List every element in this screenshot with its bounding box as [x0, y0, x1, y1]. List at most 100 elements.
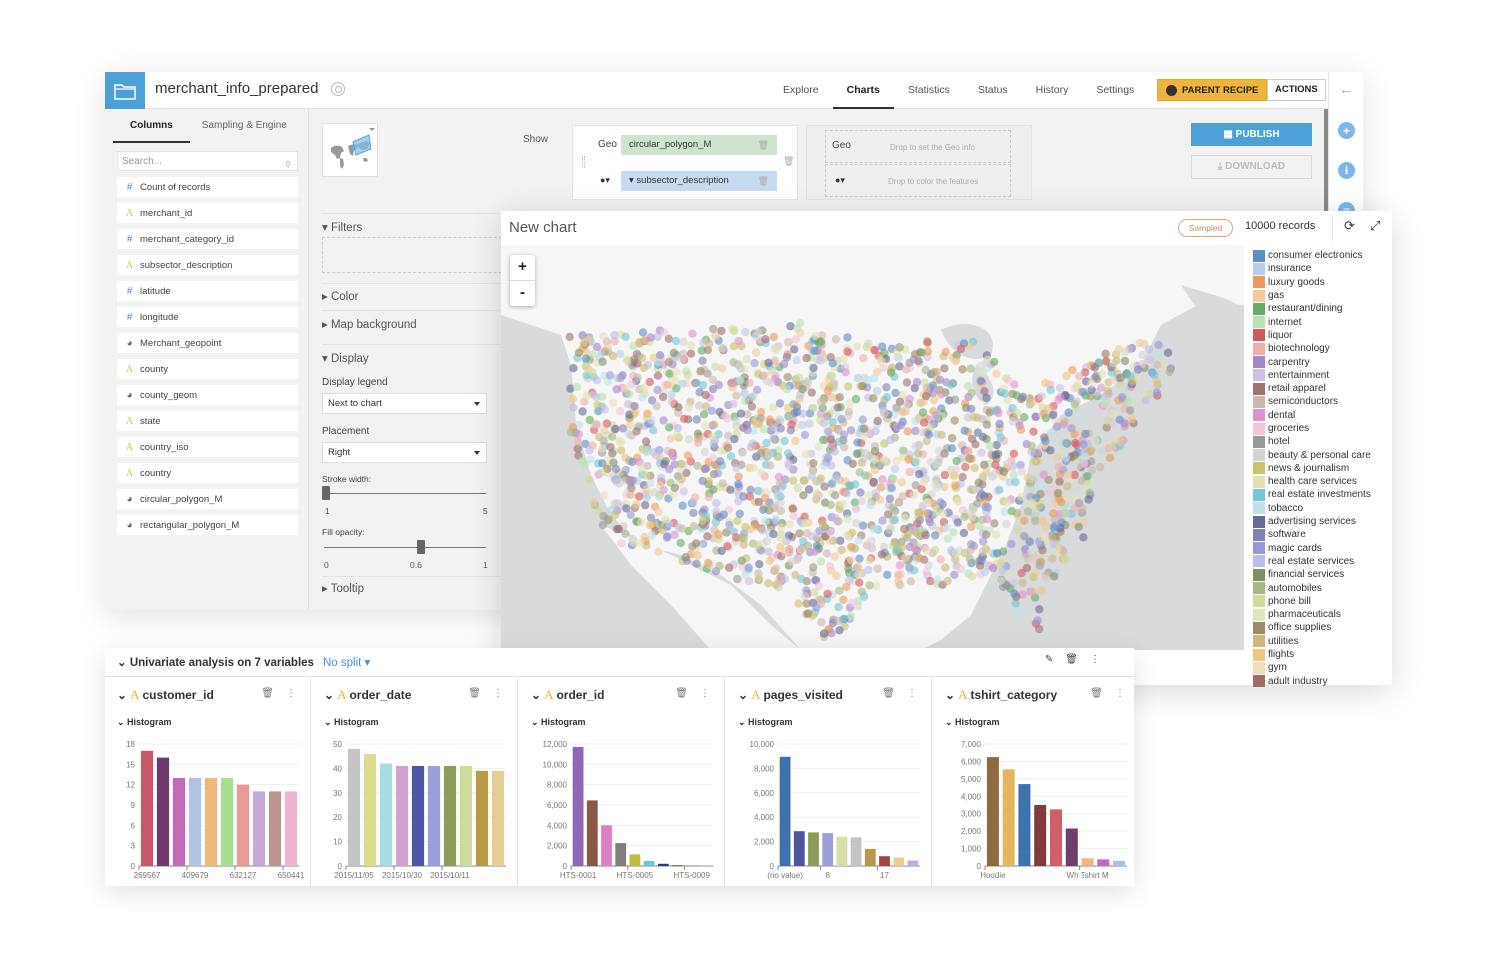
map-feature[interactable]: [981, 544, 991, 553]
map-feature[interactable]: [615, 407, 625, 416]
map-feature[interactable]: [824, 453, 833, 462]
map-feature[interactable]: [823, 589, 832, 598]
histogram-bar[interactable]: [172, 777, 186, 866]
map-feature[interactable]: [873, 416, 882, 426]
map-feature[interactable]: [921, 391, 931, 401]
map-feature[interactable]: [592, 376, 602, 385]
histogram-bar[interactable]: [629, 854, 641, 866]
map-feature[interactable]: [1125, 406, 1135, 415]
map-feature[interactable]: [854, 536, 863, 545]
map-feature[interactable]: [844, 382, 853, 391]
map-feature[interactable]: [762, 376, 772, 386]
trash-icon[interactable]: 🗑: [758, 135, 769, 155]
map-feature[interactable]: [723, 414, 732, 423]
map-feature[interactable]: [730, 434, 739, 444]
map-feature[interactable]: [802, 450, 811, 459]
map-feature[interactable]: [1059, 420, 1068, 429]
map-feature[interactable]: [682, 367, 691, 376]
map-feature[interactable]: [820, 482, 829, 491]
map-feature[interactable]: [965, 554, 975, 563]
map-feature[interactable]: [593, 400, 602, 410]
map-feature[interactable]: [808, 466, 817, 476]
trash-icon[interactable]: 🗑: [882, 688, 895, 699]
map-feature[interactable]: [679, 487, 688, 496]
map-feature[interactable]: [902, 378, 912, 387]
map-feature[interactable]: [843, 333, 852, 342]
column-item[interactable]: ◕ Merchant_geopoint: [117, 333, 298, 353]
map-feature[interactable]: [1083, 471, 1092, 481]
map-feature[interactable]: [579, 338, 588, 348]
map-feature[interactable]: [733, 574, 742, 584]
map-feature[interactable]: [1070, 399, 1080, 409]
map-feature[interactable]: [626, 510, 635, 519]
map-feature[interactable]: [714, 530, 723, 539]
map-feature[interactable]: [803, 609, 813, 618]
map-feature[interactable]: [810, 547, 819, 557]
legend-item[interactable]: internet: [1253, 315, 1393, 329]
map-feature[interactable]: [1037, 586, 1046, 595]
edit-icon[interactable]: ✎: [1045, 654, 1053, 665]
histogram-bar[interactable]: [268, 791, 282, 866]
histogram-bar[interactable]: [850, 837, 862, 866]
histogram-bar[interactable]: [1097, 859, 1110, 866]
color-column-pill[interactable]: ▾ subsector_description 🗑: [621, 171, 777, 191]
map-feature[interactable]: [670, 530, 679, 540]
map-feature[interactable]: [568, 395, 578, 404]
map-feature[interactable]: [905, 467, 914, 477]
map-feature[interactable]: [1152, 349, 1162, 358]
map-feature[interactable]: [993, 548, 1002, 558]
map-feature[interactable]: [853, 342, 862, 351]
map-feature[interactable]: [1036, 489, 1045, 499]
map-feature[interactable]: [1103, 386, 1112, 395]
map-feature[interactable]: [605, 371, 615, 380]
map-feature[interactable]: [656, 473, 666, 482]
color-section-toggle[interactable]: ▸ Color: [322, 289, 358, 303]
map-feature[interactable]: [693, 438, 703, 447]
map-feature[interactable]: [649, 426, 658, 435]
map-feature[interactable]: [952, 456, 961, 466]
map-feature[interactable]: [625, 390, 634, 399]
map-feature[interactable]: [687, 340, 696, 350]
map-feature[interactable]: [1000, 507, 1009, 516]
map-feature[interactable]: [765, 415, 775, 424]
map-feature[interactable]: [1070, 430, 1079, 439]
map-feature[interactable]: [664, 519, 674, 528]
map-feature[interactable]: [963, 446, 973, 455]
map-feature[interactable]: [949, 528, 958, 537]
map-feature[interactable]: [800, 591, 810, 601]
map-feature[interactable]: [992, 530, 1001, 539]
map-feature[interactable]: [855, 554, 864, 563]
map-feature[interactable]: [640, 383, 649, 393]
map-feature[interactable]: [636, 538, 645, 547]
map-feature[interactable]: [732, 463, 741, 473]
map-feature[interactable]: [961, 462, 970, 472]
column-item[interactable]: # Count of records: [117, 177, 298, 197]
map-feature[interactable]: [1007, 539, 1016, 549]
map-feature[interactable]: [990, 519, 999, 528]
map-feature[interactable]: [1028, 587, 1037, 596]
map-feature[interactable]: [647, 531, 656, 540]
map-feature[interactable]: [787, 557, 796, 566]
map-feature[interactable]: [956, 344, 966, 354]
map-feature[interactable]: [664, 423, 674, 432]
map-feature[interactable]: [876, 483, 886, 492]
map-feature[interactable]: [867, 536, 876, 546]
map-feature[interactable]: [689, 508, 698, 518]
map-feature[interactable]: [867, 544, 877, 553]
map-feature[interactable]: [846, 426, 856, 435]
map-feature[interactable]: [753, 540, 762, 549]
map-feature[interactable]: [959, 528, 969, 538]
map-feature[interactable]: [966, 522, 976, 532]
map-feature[interactable]: [863, 375, 872, 385]
map-feature[interactable]: [800, 476, 809, 485]
legend-item[interactable]: tobacco: [1253, 502, 1393, 515]
histogram-bar[interactable]: [572, 747, 584, 866]
map-feature[interactable]: [762, 536, 772, 546]
map-feature[interactable]: [905, 394, 914, 404]
map-feature[interactable]: [621, 332, 630, 341]
map-feature[interactable]: [1078, 504, 1087, 513]
map-feature[interactable]: [697, 346, 706, 355]
histogram-toggle[interactable]: ⌄ Histogram: [324, 717, 379, 728]
map-feature[interactable]: [846, 612, 855, 621]
map-feature[interactable]: [873, 564, 882, 573]
